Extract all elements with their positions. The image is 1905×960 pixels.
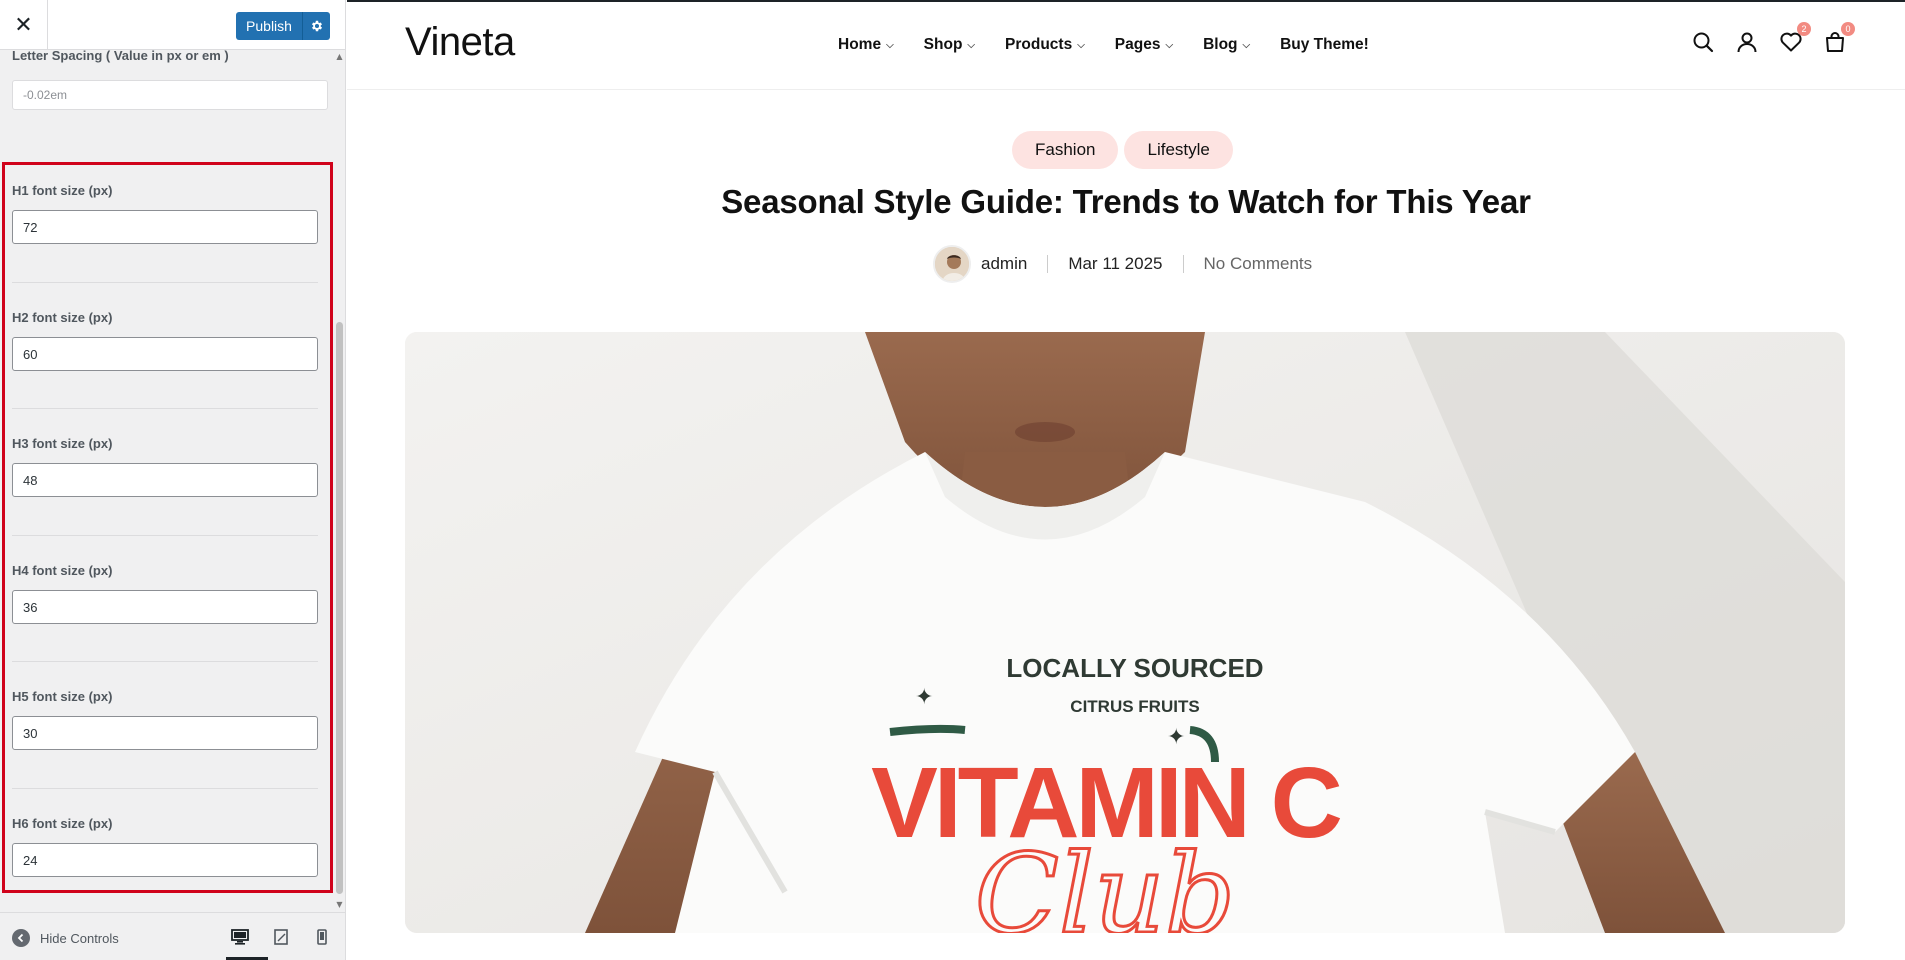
- shirt-print-line2: CITRUS FRUITS: [1070, 697, 1199, 716]
- h1-size-field: H1 font size (px): [12, 182, 318, 244]
- h4-size-input[interactable]: [12, 590, 318, 624]
- tablet-icon: [274, 929, 288, 945]
- scroll-down-icon[interactable]: ▼: [333, 898, 345, 910]
- hide-controls-label: Hide Controls: [40, 930, 119, 946]
- h5-size-label: H5 font size (px): [12, 689, 113, 704]
- h2-size-label: H2 font size (px): [12, 310, 113, 325]
- desktop-icon: [231, 929, 249, 945]
- chevron-down-icon: ⌵: [967, 39, 976, 51]
- heading-sizes-highlight: [2, 162, 333, 893]
- chevron-down-icon: ⌵: [1077, 39, 1085, 51]
- wishlist-button[interactable]: 2: [1779, 22, 1811, 54]
- search-icon: [1693, 32, 1714, 53]
- customizer-panel: Letter Spacing ( Value in px or em ) H1 …: [0, 48, 336, 912]
- divider: [12, 408, 318, 409]
- customizer-sidebar: ✕ Publish Letter Spacing ( Value in px o…: [0, 0, 346, 960]
- tag-lifestyle[interactable]: Lifestyle: [1124, 131, 1233, 169]
- h1-size-input[interactable]: [12, 210, 318, 244]
- h5-size-input[interactable]: [12, 716, 318, 750]
- h6-size-input[interactable]: [12, 843, 318, 877]
- h3-size-field: H3 font size (px): [12, 435, 318, 497]
- nav-item-buy-theme[interactable]: Buy Theme!: [1280, 36, 1369, 54]
- divider: [12, 535, 318, 536]
- divider: [1047, 255, 1049, 273]
- avatar[interactable]: [933, 245, 971, 283]
- mobile-icon: [317, 929, 327, 945]
- nav-item-shop[interactable]: Shop ⌵: [924, 36, 975, 54]
- gear-icon: [311, 20, 322, 32]
- hide-controls-button[interactable]: Hide Controls: [12, 929, 119, 947]
- letter-spacing-input[interactable]: [12, 80, 328, 110]
- nav-item-pages[interactable]: Pages ⌵: [1115, 36, 1173, 54]
- chevron-down-icon: ⌵: [1242, 39, 1251, 51]
- nav-item-blog[interactable]: Blog ⌵: [1203, 36, 1250, 54]
- chevron-down-icon: ⌵: [1165, 39, 1174, 51]
- h4-size-label: H4 font size (px): [12, 563, 113, 578]
- close-icon: ✕: [14, 12, 33, 38]
- scrollbar-thumb[interactable]: [336, 322, 343, 894]
- post-tags: Fashion Lifestyle: [1012, 131, 1233, 169]
- user-icon: [1737, 32, 1757, 53]
- divider: [1182, 255, 1184, 273]
- cart-button[interactable]: 0: [1823, 22, 1855, 54]
- nav-label: Products: [1005, 36, 1073, 53]
- close-customizer-button[interactable]: ✕: [0, 0, 48, 50]
- site-header: Vineta Home ⌵ Shop ⌵ Products ⌵ Pages ⌵ Blog…: [347, 2, 1905, 90]
- post-author[interactable]: admin: [981, 254, 1027, 274]
- nav-label: Home: [838, 36, 882, 53]
- customizer-header: ✕ Publish: [0, 0, 345, 50]
- search-button[interactable]: [1691, 30, 1715, 54]
- letter-spacing-label: Letter Spacing ( Value in px or em ): [12, 48, 229, 63]
- shirt-print-line4: Club: [975, 830, 1236, 933]
- h3-size-label: H3 font size (px): [12, 436, 113, 451]
- nav-label: Shop: [923, 36, 963, 53]
- nav-label: Pages: [1114, 36, 1161, 53]
- post-title: Seasonal Style Guide: Trends to Watch fo…: [721, 183, 1531, 220]
- publish-button[interactable]: Publish: [236, 12, 302, 40]
- h6-size-field: H6 font size (px): [12, 815, 318, 877]
- nav-item-home[interactable]: Home ⌵: [838, 36, 894, 54]
- account-button[interactable]: [1735, 30, 1759, 54]
- h3-size-input[interactable]: [12, 463, 318, 497]
- h5-size-field: H5 font size (px): [12, 688, 318, 750]
- site-preview: Vineta Home ⌵ Shop ⌵ Products ⌵ Pages ⌵ Blog…: [347, 0, 1905, 960]
- post-comments-link[interactable]: No Comments: [1204, 254, 1313, 274]
- mobile-preview-button[interactable]: [308, 925, 336, 949]
- divider: [12, 788, 318, 789]
- h6-size-label: H6 font size (px): [12, 816, 113, 831]
- divider: [12, 282, 318, 283]
- header-icons: 2 0: [1691, 22, 1855, 54]
- h1-size-label: H1 font size (px): [12, 183, 113, 198]
- site-logo[interactable]: Vineta: [405, 20, 515, 65]
- nav-item-products[interactable]: Products ⌵: [1005, 36, 1085, 54]
- shirt-print-line1: LOCALLY SOURCED: [1006, 653, 1263, 683]
- main-nav: Home ⌵ Shop ⌵ Products ⌵ Pages ⌵ Blog ⌵ Buy T…: [838, 36, 1399, 54]
- nav-label: Buy Theme!: [1280, 36, 1369, 53]
- customizer-footer: Hide Controls: [0, 912, 345, 960]
- post-meta: admin Mar 11 2025 No Comments: [933, 245, 1312, 283]
- cart-count-badge: 0: [1841, 22, 1855, 36]
- svg-text:✦: ✦: [915, 685, 933, 710]
- divider: [12, 661, 318, 662]
- post-date: Mar 11 2025: [1068, 254, 1163, 273]
- h2-size-input[interactable]: [12, 337, 318, 371]
- tag-fashion[interactable]: Fashion: [1012, 131, 1119, 169]
- h2-size-field: H2 font size (px): [12, 309, 318, 371]
- collapse-icon: [12, 929, 30, 947]
- h4-size-field: H4 font size (px): [12, 562, 318, 624]
- chevron-down-icon: ⌵: [886, 39, 894, 51]
- nav-label: Blog: [1203, 36, 1238, 53]
- wishlist-count-badge: 2: [1797, 22, 1811, 36]
- tablet-preview-button[interactable]: [267, 925, 295, 949]
- post-featured-image: LOCALLY SOURCED CITRUS FRUITS ✦ ✦ VITAMI…: [405, 332, 1845, 933]
- scroll-up-icon[interactable]: ▲: [333, 50, 345, 62]
- publish-group: Publish: [236, 12, 330, 40]
- desktop-preview-button[interactable]: [226, 925, 268, 960]
- publish-settings-button[interactable]: [302, 12, 330, 40]
